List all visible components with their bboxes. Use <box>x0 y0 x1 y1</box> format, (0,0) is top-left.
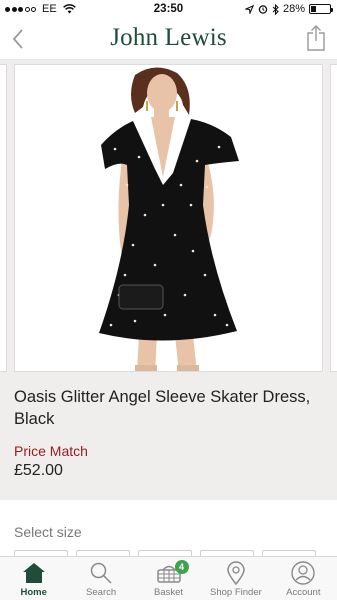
product-image-carousel[interactable] <box>0 60 337 372</box>
status-bar: EE 23:50 28% <box>0 0 337 18</box>
bottom-tab-bar: Home Search 4 Basket Shop Finder Account <box>0 556 337 600</box>
battery-percent: 28% <box>282 3 305 15</box>
search-icon <box>90 562 112 584</box>
status-right: 28% <box>244 3 333 15</box>
bluetooth-icon <box>272 3 279 15</box>
basket-count-badge: 4 <box>174 560 189 574</box>
tab-label: Account <box>286 587 321 598</box>
john-lewis-logo[interactable]: John Lewis <box>0 24 337 52</box>
account-icon <box>291 561 316 585</box>
location-pin-icon <box>227 561 245 585</box>
share-icon <box>307 25 325 51</box>
tab-label: Search <box>86 587 117 598</box>
tab-account[interactable]: Account <box>270 557 337 600</box>
dress-model-illustration <box>99 67 239 371</box>
product-title: Oasis Glitter Angel Sleeve Skater Dress,… <box>14 388 311 428</box>
next-image-peek[interactable] <box>330 64 337 372</box>
tab-shop-finder[interactable]: Shop Finder <box>202 557 269 600</box>
tab-label: Shop Finder <box>210 587 262 598</box>
price-match-label[interactable]: Price Match <box>14 443 323 459</box>
battery-icon <box>309 4 333 14</box>
share-button[interactable] <box>305 24 327 52</box>
tab-basket[interactable]: 4 Basket <box>135 557 202 600</box>
select-size-label: Select size <box>14 524 82 540</box>
tab-label: Basket <box>153 587 184 598</box>
alarm-clock-icon <box>258 5 268 14</box>
size-selector: Select size <box>0 500 337 560</box>
product-price: £52.00 <box>14 462 63 479</box>
previous-image-peek[interactable] <box>0 64 7 372</box>
product-image[interactable] <box>14 64 323 372</box>
product-details: Oasis Glitter Angel Sleeve Skater Dress,… <box>0 372 337 500</box>
location-arrow-icon <box>244 4 254 14</box>
tab-home[interactable]: Home <box>0 557 67 600</box>
app-header: John Lewis <box>0 18 337 60</box>
tab-search[interactable]: Search <box>67 557 134 600</box>
home-icon <box>22 563 45 583</box>
tab-label: Home <box>20 587 47 598</box>
